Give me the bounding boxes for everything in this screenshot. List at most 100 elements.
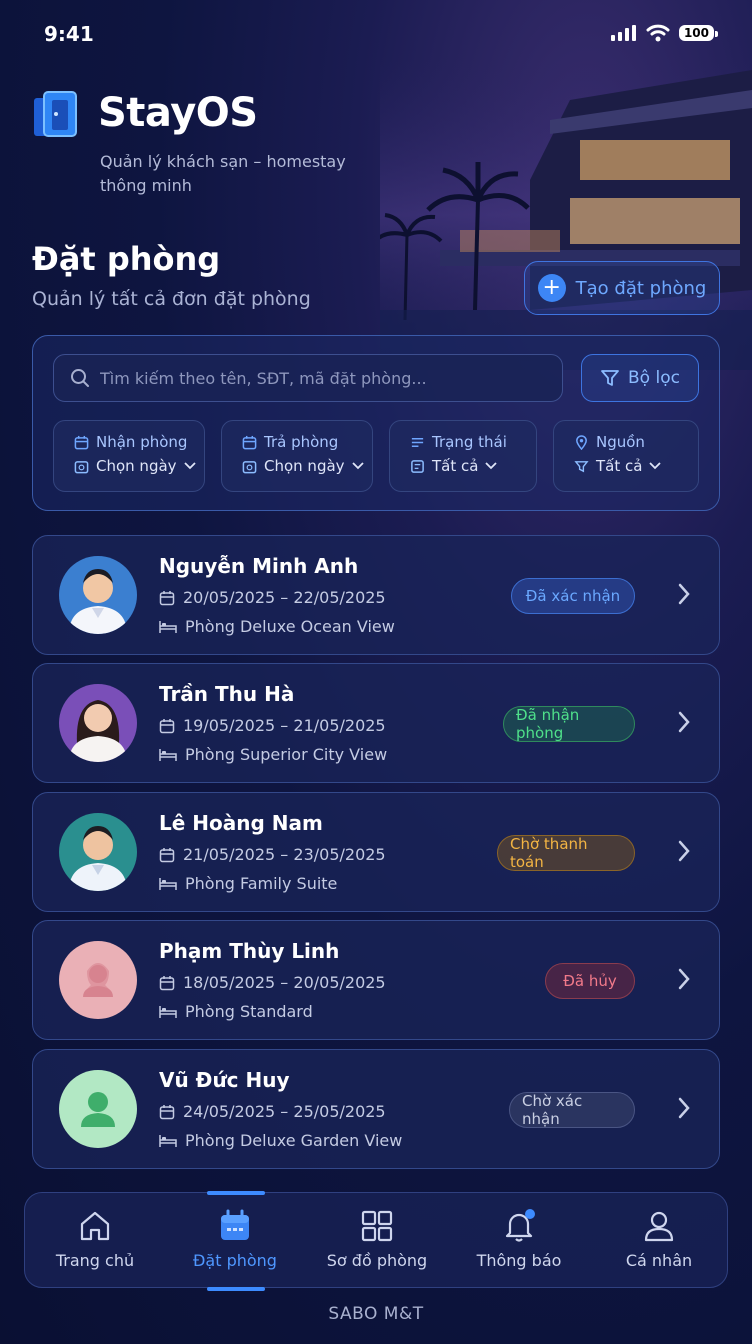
guest-avatar — [59, 556, 137, 634]
booking-card[interactable]: Trần Thu Hà 19/05/2025 – 21/05/2025 Phòn… — [32, 663, 720, 783]
hero-building-image — [380, 60, 752, 370]
booking-dates: 21/05/2025 – 23/05/2025 — [183, 845, 386, 864]
filter-source[interactable]: Nguồn Tất cả — [553, 420, 699, 492]
search-bar[interactable] — [53, 354, 563, 402]
calendar-icon — [74, 435, 89, 449]
room-name: Phòng Standard — [185, 1002, 313, 1021]
status-badge: Chờ thanh toán — [497, 835, 635, 871]
guest-avatar — [59, 1070, 137, 1148]
funnel-icon — [574, 460, 589, 472]
calendar-icon — [159, 847, 175, 862]
bed-icon — [159, 748, 177, 761]
status-bar: 9:41 100 — [0, 0, 752, 70]
guest-avatar — [59, 684, 137, 762]
guest-avatar — [59, 941, 137, 1019]
tab-home[interactable]: Trang chủ — [25, 1193, 165, 1289]
booking-dates: 20/05/2025 – 22/05/2025 — [183, 588, 386, 607]
search-input[interactable] — [100, 368, 540, 388]
filter-button-label: Bộ lọc — [628, 368, 680, 388]
chevron-down-icon — [649, 462, 662, 470]
wifi-icon — [646, 24, 670, 42]
guest-name: Nguyễn Minh Anh — [159, 554, 359, 578]
tab-room-map[interactable]: Sơ đồ phòng — [307, 1193, 447, 1289]
tab-notifications[interactable]: Thông báo — [449, 1193, 589, 1289]
filter-panel: Bộ lọc Nhận phòng Chọn ngày Trả phòng Ch… — [32, 335, 720, 511]
calendar-icon — [159, 718, 175, 733]
bed-icon — [159, 1005, 177, 1018]
search-icon — [71, 369, 89, 387]
room-name: Phòng Deluxe Ocean View — [185, 617, 395, 636]
status-icons: 100 — [610, 24, 719, 42]
tab-bookings[interactable]: Đặt phòng — [165, 1191, 305, 1291]
calendar-icon — [159, 975, 175, 990]
filter-button[interactable]: Bộ lọc — [581, 354, 699, 402]
filter-status-label: Trạng thái — [432, 433, 507, 451]
status-badge: Đã nhận phòng — [503, 706, 635, 742]
plus-icon: + — [537, 274, 566, 302]
chevron-right-icon[interactable] — [677, 967, 691, 991]
filter-checkin-value: Chọn ngày — [96, 457, 177, 475]
filter-checkin-label: Nhận phòng — [96, 433, 188, 451]
tab-notifications-label: Thông báo — [476, 1251, 562, 1270]
grid-icon — [361, 1210, 393, 1242]
status-icon — [411, 459, 424, 473]
page-title: Đặt phòng — [32, 240, 221, 278]
status-badge: Đã hủy — [545, 963, 635, 999]
booking-dates: 24/05/2025 – 25/05/2025 — [183, 1102, 386, 1121]
user-icon — [644, 1211, 674, 1242]
guest-name: Lê Hoàng Nam — [159, 811, 323, 835]
filter-source-value: Tất cả — [596, 457, 643, 475]
filter-checkout-label: Trả phòng — [264, 433, 339, 451]
booking-card[interactable]: Vũ Đức Huy 24/05/2025 – 25/05/2025 Phòng… — [32, 1049, 720, 1169]
tab-room-map-label: Sơ đồ phòng — [326, 1251, 428, 1270]
bed-icon — [159, 1134, 177, 1147]
list-icon — [411, 437, 424, 447]
booking-card[interactable]: Lê Hoàng Nam 21/05/2025 – 23/05/2025 Phò… — [32, 792, 720, 912]
chevron-right-icon[interactable] — [677, 710, 691, 734]
bed-icon — [159, 877, 177, 890]
tab-profile[interactable]: Cá nhân — [589, 1193, 729, 1289]
chevron-right-icon[interactable] — [677, 839, 691, 863]
filter-checkout-value: Chọn ngày — [264, 457, 345, 475]
tab-bookings-label: Đặt phòng — [193, 1251, 277, 1270]
app-name: StayOS — [98, 90, 258, 136]
stayos-logo-icon — [34, 91, 77, 137]
guest-name: Trần Thu Hà — [159, 682, 295, 706]
chevron-right-icon[interactable] — [677, 1096, 691, 1120]
booking-dates: 18/05/2025 – 20/05/2025 — [183, 973, 386, 992]
status-badge: Chờ xác nhận — [509, 1092, 635, 1128]
booking-card[interactable]: Phạm Thùy Linh 18/05/2025 – 20/05/2025 P… — [32, 920, 720, 1040]
tab-profile-label: Cá nhân — [625, 1251, 693, 1270]
page-subtitle: Quản lý tất cả đơn đặt phòng — [32, 288, 311, 310]
guest-name: Vũ Đức Huy — [159, 1068, 290, 1092]
chevron-down-icon — [351, 462, 364, 470]
filter-checkin[interactable]: Nhận phòng Chọn ngày — [53, 420, 205, 492]
calendar-clock-icon — [74, 460, 89, 473]
chevron-down-icon — [183, 462, 196, 470]
calendar-icon — [159, 1104, 175, 1119]
chevron-right-icon[interactable] — [677, 582, 691, 606]
tab-home-label: Trang chủ — [55, 1251, 135, 1270]
calendar-icon — [242, 435, 257, 449]
booking-card[interactable]: Nguyễn Minh Anh 20/05/2025 – 22/05/2025 … — [32, 535, 720, 655]
app-tagline: Quản lý khách sạn – homestay thông minh — [100, 152, 346, 195]
bed-icon — [159, 620, 177, 633]
status-time: 9:41 — [44, 22, 94, 46]
calendar-icon — [159, 590, 175, 605]
guest-avatar — [59, 813, 137, 891]
create-booking-button[interactable]: + Tạo đặt phòng — [524, 261, 720, 315]
guest-name: Phạm Thùy Linh — [159, 939, 340, 963]
room-name: Phòng Superior City View — [185, 745, 388, 764]
home-icon — [80, 1211, 110, 1241]
filter-status[interactable]: Trạng thái Tất cả — [389, 420, 537, 492]
calendar-clock-icon — [242, 460, 257, 473]
create-booking-label: Tạo đặt phòng — [575, 277, 707, 299]
footer-brand: SABO M&T — [328, 1304, 424, 1324]
filter-checkout[interactable]: Trả phòng Chọn ngày — [221, 420, 373, 492]
filter-icon — [601, 370, 619, 386]
location-pin-icon — [576, 434, 587, 450]
battery-indicator: 100 — [678, 25, 719, 41]
bell-icon — [505, 1209, 535, 1242]
chevron-down-icon — [485, 462, 498, 470]
signal-icon — [610, 25, 636, 41]
